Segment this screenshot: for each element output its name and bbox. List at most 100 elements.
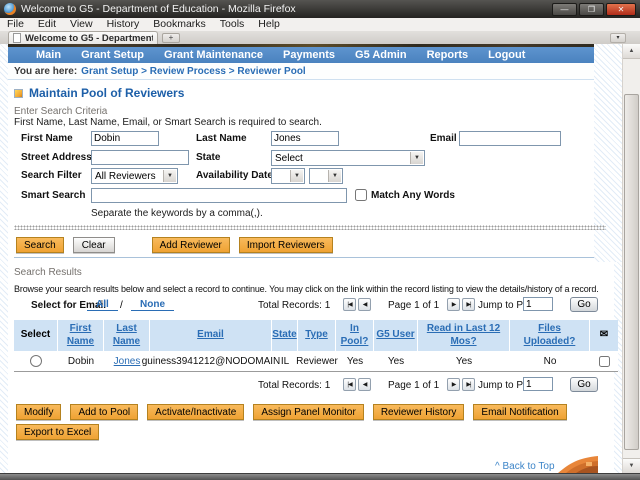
search-filter-label: Search Filter <box>21 170 82 181</box>
assign-panel-monitor-button[interactable]: Assign Panel Monitor <box>253 404 364 420</box>
select-all-link[interactable]: All <box>87 299 118 311</box>
state-select[interactable]: Select ▼ <box>271 150 425 166</box>
chevron-down-icon: ▼ <box>410 152 423 164</box>
col-state[interactable]: State <box>272 320 298 351</box>
col-first-name[interactable]: First Name <box>58 320 104 351</box>
breadcrumb-prefix: You are here: <box>14 66 77 77</box>
select-none-link[interactable]: None <box>131 299 174 311</box>
tab-title: Welcome to G5 - Department of Edu... <box>25 33 153 44</box>
email-input[interactable] <box>459 131 561 146</box>
page-first-button[interactable]: |◀ <box>343 298 356 311</box>
col-g5-user[interactable]: G5 User <box>374 320 418 351</box>
nav-grant-setup[interactable]: Grant Setup <box>71 47 154 63</box>
smart-search-input[interactable] <box>91 188 347 203</box>
chevron-down-icon: ▼ <box>328 170 341 182</box>
street-address-input[interactable] <box>91 150 189 165</box>
total-records: Total Records: 1 <box>258 380 330 391</box>
availability-date-label: Availability Date <box>196 170 273 181</box>
search-button[interactable]: Search <box>16 237 64 253</box>
page-icon <box>13 33 21 43</box>
active-tab[interactable]: Welcome to G5 - Department of Edu... <box>8 31 158 44</box>
go-button[interactable]: Go <box>570 377 598 392</box>
email-notification-button[interactable]: Email Notification <box>473 404 566 420</box>
minimize-button[interactable]: — <box>552 3 577 16</box>
last-name-input[interactable] <box>271 131 339 146</box>
page-next-button[interactable]: ▶ <box>447 378 460 391</box>
back-to-top-link[interactable]: ^ Back to Top <box>495 461 555 472</box>
jump-to-page-input[interactable] <box>523 297 553 311</box>
col-files-uploaded[interactable]: Files Uploaded? <box>510 320 590 351</box>
col-last-name[interactable]: Last Name <box>104 320 150 351</box>
nav-logout[interactable]: Logout <box>478 47 535 63</box>
pagination-bottom: Total Records: 1 |◀ ◀ Page 1 of 1 ▶ ▶| J… <box>0 377 622 393</box>
menu-view[interactable]: View <box>63 18 100 31</box>
menu-tools[interactable]: Tools <box>213 18 252 31</box>
col-email[interactable]: Email <box>150 320 272 351</box>
table-row: Dobin Jones guiness3941212@NODOMAIN IL R… <box>14 351 618 372</box>
row-select-radio[interactable] <box>30 355 42 367</box>
col-type[interactable]: Type <box>298 320 336 351</box>
main-navigation: Main Grant Setup Grant Maintenance Payme… <box>8 47 594 63</box>
modify-button[interactable]: Modify <box>16 404 61 420</box>
page-prev-button[interactable]: ◀ <box>358 298 371 311</box>
col-in-pool[interactable]: In Pool? <box>336 320 374 351</box>
menu-help[interactable]: Help <box>251 18 287 31</box>
row-email-checkbox[interactable] <box>599 356 610 367</box>
match-any-words-checkbox[interactable] <box>355 189 367 201</box>
col-select: Select <box>14 320 58 351</box>
nav-reports[interactable]: Reports <box>417 47 479 63</box>
list-tabs-button[interactable]: ▾ <box>610 33 626 43</box>
menu-edit[interactable]: Edit <box>31 18 63 31</box>
page-last-button[interactable]: ▶| <box>462 298 475 311</box>
nav-grant-maintenance[interactable]: Grant Maintenance <box>154 47 273 63</box>
nav-g5-admin[interactable]: G5 Admin <box>345 47 417 63</box>
activate-inactivate-button[interactable]: Activate/Inactivate <box>147 404 244 420</box>
row-in-pool: Yes <box>336 351 374 371</box>
go-button[interactable]: Go <box>570 297 598 312</box>
new-tab-button[interactable]: + <box>162 33 180 43</box>
email-label: Email <box>430 133 457 144</box>
scrollbar-thumb[interactable] <box>624 94 639 450</box>
match-any-words-label: Match Any Words <box>371 190 455 201</box>
page-prev-button[interactable]: ◀ <box>358 378 371 391</box>
slash-separator: / <box>120 300 123 311</box>
add-to-pool-button[interactable]: Add to Pool <box>70 404 138 420</box>
page-title-icon <box>14 89 23 98</box>
results-section-label: Search Results <box>14 267 82 278</box>
nav-payments[interactable]: Payments <box>273 47 345 63</box>
state-label: State <box>196 152 220 163</box>
menu-history[interactable]: History <box>100 18 147 31</box>
first-name-input[interactable] <box>91 131 159 146</box>
page-next-button[interactable]: ▶ <box>447 298 460 311</box>
pagination-top: Select for Email All / None Total Record… <box>0 297 622 313</box>
page-first-button[interactable]: |◀ <box>343 378 356 391</box>
menu-bookmarks[interactable]: Bookmarks <box>146 18 213 31</box>
scroll-down-arrow[interactable]: ▼ <box>623 458 640 473</box>
scroll-up-arrow[interactable]: ▲ <box>623 44 640 59</box>
page-indicator: Page 1 of 1 <box>388 300 439 311</box>
clear-button[interactable]: Clear <box>73 237 115 253</box>
nav-main[interactable]: Main <box>26 47 71 63</box>
tab-bar: Welcome to G5 - Department of Edu... + ▾ <box>0 31 640 44</box>
jump-to-page-input[interactable] <box>523 377 553 391</box>
availability-month-select[interactable]: ▼ <box>271 168 305 184</box>
menu-file[interactable]: File <box>0 18 31 31</box>
search-buttons-row: Search Clear Add Reviewer Import Reviewe… <box>16 237 333 253</box>
breadcrumb-path[interactable]: Grant Setup > Review Process > Reviewer … <box>81 66 306 77</box>
export-to-excel-button[interactable]: Export to Excel <box>16 424 99 440</box>
last-name-label: Last Name <box>196 133 247 144</box>
maximize-button[interactable]: ❐ <box>579 3 604 16</box>
add-reviewer-button[interactable]: Add Reviewer <box>152 237 230 253</box>
page-last-button[interactable]: ▶| <box>462 378 475 391</box>
search-required-note: First Name, Last Name, Email, or Smart S… <box>14 117 322 128</box>
row-first-name: Dobin <box>58 351 104 371</box>
vertical-scrollbar: ▲ ▼ <box>622 44 640 473</box>
search-filter-select[interactable]: All Reviewers ▼ <box>91 168 178 184</box>
close-button[interactable]: ✕ <box>606 3 636 16</box>
reviewer-history-button[interactable]: Reviewer History <box>373 404 465 420</box>
street-address-label: Street Address <box>21 152 92 163</box>
import-reviewers-button[interactable]: Import Reviewers <box>239 237 333 253</box>
availability-year-select[interactable]: ▼ <box>309 168 343 184</box>
row-email-select-cell <box>590 351 618 371</box>
col-read-last-12[interactable]: Read in Last 12 Mos? <box>418 320 510 351</box>
